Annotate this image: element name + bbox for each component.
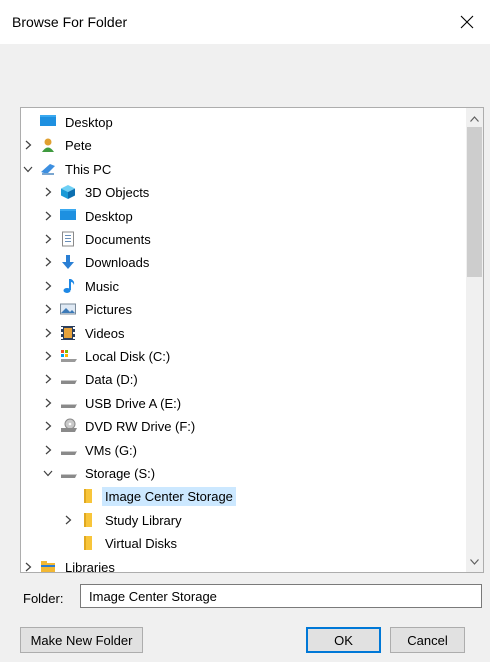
tree-item[interactable]: USB Drive A (E:) [41,392,184,414]
window-title: Browse For Folder [12,14,128,30]
chevron-right-icon[interactable] [41,322,55,344]
tree-item-label: VMs (G:) [85,442,137,458]
make-new-folder-button[interactable]: Make New Folder [20,627,143,653]
chevron-down-icon[interactable] [21,158,35,180]
tree-item-label: Storage (S:) [85,465,156,481]
tree-item[interactable]: Pete [21,134,95,156]
folder-icon [80,488,96,504]
tree-item[interactable]: Study Library [61,509,185,531]
desktop-icon [60,208,76,224]
tree-item-label: Music [85,278,119,294]
chevron-down-icon[interactable] [41,462,55,484]
tree-item-label: Study Library [105,512,182,528]
tree-item[interactable]: Videos [41,322,128,344]
drive-icon [60,371,77,387]
tree-item[interactable]: Desktop [41,205,136,227]
desktop-icon [40,114,56,130]
chevron-right-icon[interactable] [41,368,55,390]
tree-item[interactable]: DVD RW Drive (F:) [41,415,198,437]
tree-item[interactable]: Documents [41,228,154,250]
chevron-right-icon[interactable] [41,415,55,437]
tree-item[interactable]: VMs (G:) [41,439,140,461]
chevron-right-icon[interactable] [41,392,55,414]
3d-objects-icon [60,184,76,200]
user-icon [40,137,56,153]
tree-item-label: Data (D:) [85,371,138,387]
tree-item[interactable]: Virtual Disks [61,532,180,554]
tree-item-label: This PC [65,161,112,177]
folder-icon [80,512,96,528]
ok-button[interactable]: OK [306,627,381,653]
chevron-right-icon[interactable] [21,134,35,156]
chevron-right-icon[interactable] [41,251,55,273]
scrollbar-thumb[interactable] [467,127,482,277]
tree-item-label: Libraries [65,559,115,573]
tree-item[interactable]: This PC [21,158,114,180]
chevron-right-icon[interactable] [41,275,55,297]
tree-item-label: Image Center Storage [102,486,236,506]
folder-icon [80,535,96,551]
scroll-up-arrow[interactable] [466,110,483,127]
tree-item[interactable]: Desktop [21,111,116,133]
tree-item[interactable]: Storage (S:) [41,462,158,484]
vertical-scrollbar[interactable] [466,108,483,572]
system-drive-icon [60,348,77,364]
tree-item-label: Videos [85,325,125,341]
drive-icon [60,395,77,411]
drive-icon [60,442,77,458]
chevron-right-icon[interactable] [41,205,55,227]
tree-item-label: Local Disk (C:) [85,348,171,364]
tree-item-label: Desktop [65,114,113,130]
chevron-right-icon[interactable] [41,228,55,250]
libraries-icon [40,559,56,572]
chevron-up-icon [470,115,479,122]
scroll-down-arrow[interactable] [466,553,483,570]
tree-item-label: USB Drive A (E:) [85,395,182,411]
tree-item[interactable]: Libraries [21,556,118,573]
documents-icon [60,231,76,247]
tree-item-label: Desktop [85,208,133,224]
tree-item[interactable]: Data (D:) [41,368,141,390]
tree-item-label: Pete [65,137,92,153]
computer-icon [40,161,56,177]
tree-item-label: 3D Objects [85,184,150,200]
chevron-right-icon[interactable] [41,345,55,367]
tree-item[interactable]: Local Disk (C:) [41,345,173,367]
close-button[interactable] [444,0,490,44]
chevron-down-icon [470,558,479,565]
tree-item[interactable]: Downloads [41,251,152,273]
tree-item-label: Virtual Disks [105,535,178,551]
folder-tree[interactable]: Desktop Pete This PC 3D Objects Desktop Docum… [20,107,484,573]
pictures-icon [60,301,76,317]
folder-input[interactable] [80,584,482,608]
close-icon [460,15,474,29]
chevron-right-icon[interactable] [41,181,55,203]
drive-icon [60,465,77,481]
chevron-right-icon[interactable] [41,439,55,461]
tree-item-label: Pictures [85,301,132,317]
tree-item-label: Downloads [85,254,150,270]
tree-item-label: Documents [85,231,151,247]
tree-item[interactable]: 3D Objects [41,181,152,203]
music-icon [60,278,76,294]
tree-item-label: DVD RW Drive (F:) [85,418,196,434]
dvd-drive-icon [60,418,77,434]
tree-item[interactable]: Music [41,275,122,297]
chevron-right-icon[interactable] [41,298,55,320]
cancel-button[interactable]: Cancel [390,627,465,653]
tree-item[interactable]: Image Center Storage [61,485,236,507]
videos-icon [60,325,76,341]
download-icon [60,254,76,270]
chevron-right-icon[interactable] [21,556,35,572]
chevron-right-icon[interactable] [61,509,75,531]
folder-label: Folder: [23,591,64,606]
title-bar: Browse For Folder [0,0,490,44]
tree-item[interactable]: Pictures [41,298,135,320]
